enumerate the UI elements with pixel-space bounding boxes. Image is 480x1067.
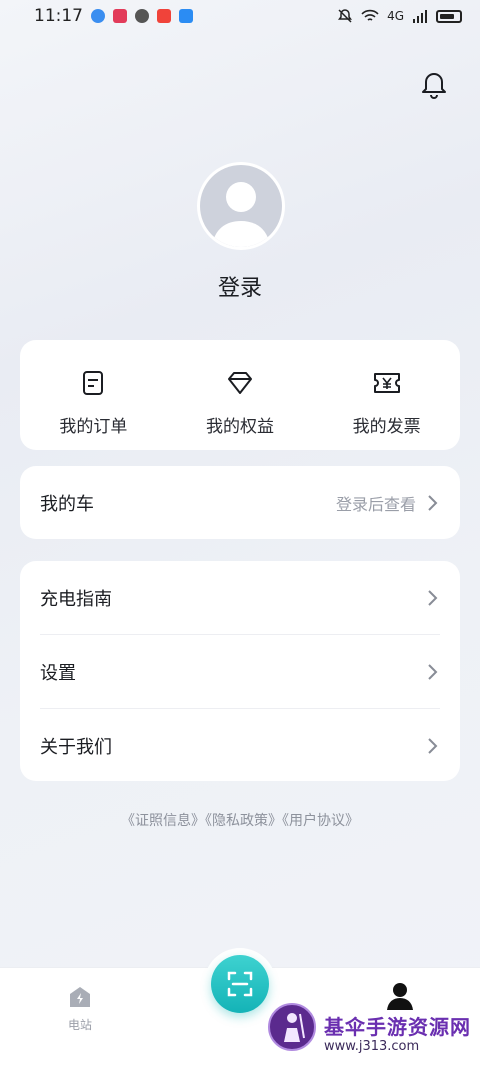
mute-bell-icon (338, 9, 353, 23)
status-bar: 11:17 4G (0, 0, 480, 32)
wechat-icon (135, 9, 149, 23)
my-orders-button[interactable]: 我的订单 (20, 340, 167, 450)
chevron-right-icon (428, 494, 438, 511)
watermark-url: www.j313.com (324, 1039, 420, 1054)
order-icon (83, 371, 104, 395)
status-time: 11:17 (34, 6, 83, 26)
red-app-icon (157, 9, 171, 23)
login-link[interactable]: 登录 (0, 270, 480, 302)
avatar[interactable] (197, 162, 285, 250)
scan-icon (227, 971, 253, 997)
settings-label: 设置 (40, 662, 76, 684)
tab-station-label: 电站 (67, 1018, 92, 1032)
my-car-hint: 登录后查看 (335, 494, 416, 514)
my-car-label: 我的车 (40, 493, 94, 515)
my-benefits-button[interactable]: 我的权益 (167, 340, 314, 450)
heart-app-icon (113, 9, 127, 23)
watermark-logo (268, 1003, 316, 1051)
wifi-icon (361, 9, 379, 21)
scan-button-wrap (204, 948, 276, 1020)
tab-station[interactable]: 电站 (55, 984, 105, 1033)
charging-guide-label: 充电指南 (40, 588, 112, 610)
diamond-icon (228, 372, 252, 394)
watermark-title: 基伞手游资源网 (324, 1015, 471, 1039)
station-icon (70, 987, 90, 1007)
my-invoices-button[interactable]: 我的发票 (313, 340, 460, 450)
globe-icon (91, 9, 105, 23)
my-invoices-label: 我的发票 (352, 417, 421, 437)
signal-icon (413, 10, 427, 23)
about-us-label: 关于我们 (40, 737, 112, 758)
network-type: 4G (387, 9, 404, 23)
chevron-right-icon (428, 738, 438, 754)
my-orders-label: 我的订单 (59, 417, 128, 437)
default-avatar-icon (200, 165, 282, 247)
invoice-icon (373, 373, 400, 393)
watermark: 基伞手游资源网 www.j313.com (268, 1003, 480, 1063)
chevron-right-icon (428, 663, 438, 680)
chevron-right-icon (428, 589, 438, 606)
quick-actions-card: 我的订单 我的权益 我的发票 (20, 340, 460, 450)
bell-icon[interactable] (419, 70, 449, 100)
charging-guide-row[interactable]: 充电指南 (40, 561, 440, 635)
settings-row[interactable]: 设置 (40, 635, 440, 709)
blue-app-icon (179, 9, 193, 23)
battery-icon (436, 9, 462, 23)
my-car-row[interactable]: 我的车 登录后查看 (20, 466, 460, 539)
settings-menu-card: 充电指南 设置 关于我们 (20, 561, 460, 781)
scan-button[interactable] (211, 955, 269, 1013)
my-benefits-label: 我的权益 (206, 417, 274, 437)
legal-links[interactable]: 《证照信息》《隐私政策》《用户协议》 (0, 810, 480, 830)
about-us-row[interactable]: 关于我们 (40, 709, 440, 783)
